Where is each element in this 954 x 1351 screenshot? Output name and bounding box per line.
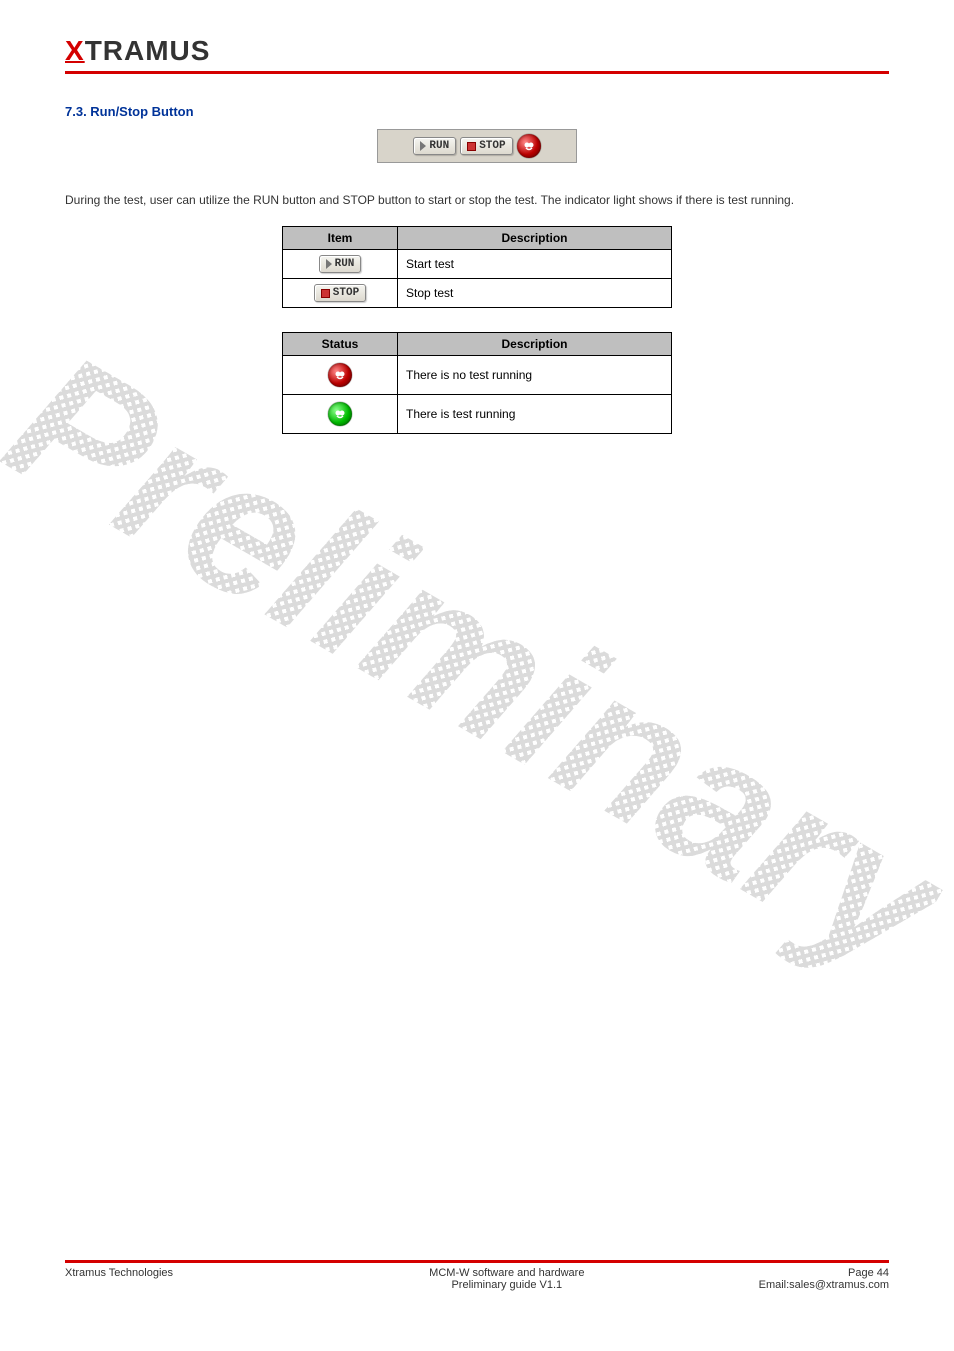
cell-led-green — [283, 395, 398, 434]
description-paragraph: During the test, user can utilize the RU… — [65, 191, 889, 210]
footer-left: Xtramus Technologies — [65, 1267, 255, 1279]
cell-stop-icon: STOP — [283, 279, 398, 308]
table-row: There is no test running — [283, 356, 672, 395]
item-description-table: Item Description RUN Start test STOP Sto… — [282, 226, 672, 308]
stop-button[interactable]: STOP — [460, 137, 512, 155]
stop-button-label: STOP — [479, 140, 505, 152]
status-description-table: Status Description There is no test runn… — [282, 332, 672, 434]
table-row: RUN Start test — [283, 250, 672, 279]
cell-run-desc: Start test — [398, 250, 672, 279]
stop-button-label: STOP — [333, 287, 359, 299]
logo-rest: TRAMUS — [85, 35, 211, 66]
brand-logo: XTRAMUS — [65, 35, 210, 66]
table-row: STOP Stop test — [283, 279, 672, 308]
header-status: Status — [283, 333, 398, 356]
cell-led-red — [283, 356, 398, 395]
run-button[interactable]: RUN — [413, 137, 456, 155]
run-button[interactable]: RUN — [319, 255, 362, 273]
stop-icon — [321, 289, 330, 298]
cell-stop-desc: Stop test — [398, 279, 672, 308]
status-led-red-icon — [517, 134, 541, 158]
status-led-red-icon — [328, 363, 352, 387]
table-header-row: Item Description — [283, 227, 672, 250]
run-button-label: RUN — [335, 258, 355, 270]
logo-x-char: X — [65, 35, 85, 66]
cell-run-icon: RUN — [283, 250, 398, 279]
table-header-row: Status Description — [283, 333, 672, 356]
cell-green-desc: There is test running — [398, 395, 672, 434]
play-icon — [326, 259, 332, 269]
header-item: Item — [283, 227, 398, 250]
footer-rule — [65, 1260, 889, 1263]
section-title: 7.3. Run/Stop Button — [65, 104, 889, 119]
stop-button[interactable]: STOP — [314, 284, 366, 302]
footer-email: Email:sales@xtramus.com — [759, 1279, 889, 1291]
stop-icon — [467, 142, 476, 151]
run-button-label: RUN — [429, 140, 449, 152]
header: XTRAMUS — [65, 35, 889, 74]
play-icon — [420, 141, 426, 151]
header-description: Description — [398, 333, 672, 356]
footer-center-bottom: Preliminary guide V1.1 — [307, 1279, 707, 1291]
status-led-green-icon — [328, 402, 352, 426]
cell-red-desc: There is no test running — [398, 356, 672, 395]
header-description: Description — [398, 227, 672, 250]
table-row: There is test running — [283, 395, 672, 434]
footer: Xtramus Technologies MCM-W software and … — [65, 1260, 889, 1291]
footer-center-top: MCM-W software and hardware — [307, 1267, 707, 1279]
footer-page: Page 44 — [759, 1267, 889, 1279]
toolbar-preview: RUN STOP — [377, 129, 577, 163]
